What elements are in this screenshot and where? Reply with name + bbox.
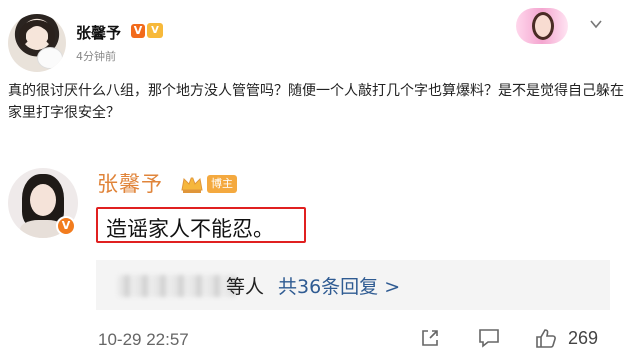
reply-summary-bar[interactable]: 等人 共36条回复 > [96,260,610,310]
comment-item: V 张馨予 博主 造谣家人不能忍。 等人 共36条回复 > 10-29 22:5… [0,158,640,360]
chevron-down-icon[interactable] [590,18,602,30]
view-replies-link[interactable]: 共36条回复 > [278,272,400,299]
vip-badge: V [147,23,163,38]
blurred-replier-names [118,275,236,297]
comment-timestamp: 10-29 22:57 [98,330,189,349]
verified-badge: V [56,216,76,236]
verified-badge: V [131,24,145,38]
reply-suffix-text: 等人 [226,276,265,298]
crown-icon [181,174,203,193]
post-body-text: 真的很讨厌什么八组，那个地方没人管管吗？随便一个人敲打几个字也算爆料？是不是觉得… [8,83,624,121]
post-card: 张馨予 V V 4分钟前 真的很讨厌什么八组，那个地方没人管管吗？随便一个人敲打… [0,0,640,150]
comment-footer: 10-29 22:57 269 [0,324,640,356]
avatar-face [27,26,47,50]
comment-icon[interactable] [478,328,500,348]
avatar-dog [38,48,62,68]
comment-highlight-box: 造谣家人不能忍。 [96,207,306,243]
banner-portrait [532,12,554,40]
like-count: 269 [568,328,599,348]
avatar-face [30,184,56,216]
author-tag-badge: 博主 [207,175,237,193]
post-card-banner [516,8,568,44]
comment-author-name[interactable]: 张馨予 [97,168,163,198]
like-icon[interactable] [535,327,557,349]
post-author-name[interactable]: 张馨予 [76,22,121,43]
share-icon[interactable] [420,328,440,348]
post-author-avatar[interactable] [8,14,66,72]
post-timestamp: 4分钟前 [76,50,116,63]
comment-text: 造谣家人不能忍。 [106,217,274,241]
